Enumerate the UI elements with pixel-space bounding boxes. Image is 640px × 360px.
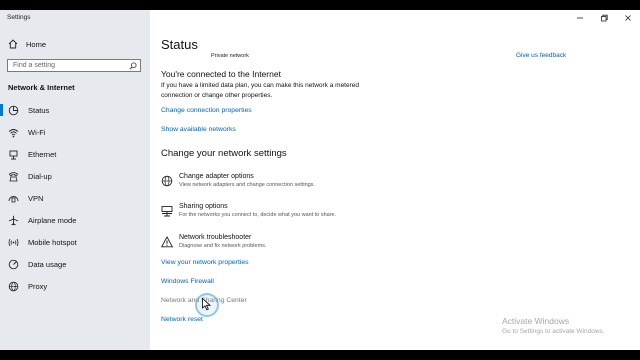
search-icon[interactable]: [129, 62, 137, 70]
sidebar-item-label: Data usage: [28, 259, 67, 269]
search-input[interactable]: Find a setting: [7, 59, 141, 72]
ethernet-icon: [7, 148, 19, 160]
sharing-options[interactable]: Sharing options For the networks you con…: [161, 203, 336, 218]
activate-windows-subtitle: Go to Settings to activate Windows.: [502, 328, 605, 335]
network-troubleshooter[interactable]: Network troubleshooter Diagnose and fix …: [161, 234, 266, 249]
network-type-label: Private network: [211, 53, 249, 59]
sidebar-item-ethernet[interactable]: Ethernet: [0, 144, 150, 164]
option-description: For the networks you connect to, decide …: [179, 212, 337, 218]
close-icon: [625, 15, 631, 21]
main-content: Status Private network Give us feedback …: [150, 10, 640, 350]
sidebar: Settings Home Find a setting Network & I…: [0, 10, 150, 350]
sidebar-item-label: Status: [28, 105, 50, 115]
minimize-icon: [577, 17, 583, 19]
warning-icon: [161, 236, 173, 248]
sharing-icon: [161, 206, 173, 217]
search-placeholder: Find a setting: [13, 62, 56, 69]
home-icon: [8, 39, 18, 49]
change-adapter-options[interactable]: Change adapter options View network adap…: [161, 173, 315, 188]
globe-icon: [7, 280, 19, 292]
video-letterbox-bottom: [0, 350, 640, 360]
option-description: Diagnose and fix network problems.: [179, 243, 267, 249]
maximize-icon: [601, 14, 608, 22]
window-title: Settings: [7, 14, 31, 21]
sidebar-item-label: VPN: [28, 193, 44, 203]
change-network-settings-heading: Change your network settings: [161, 148, 287, 159]
change-connection-properties-link[interactable]: Change connection properties: [161, 107, 252, 114]
connected-heading: You're connected to the Internet: [161, 69, 281, 79]
close-button[interactable]: [616, 10, 640, 26]
sidebar-item-status[interactable]: Status: [0, 100, 150, 120]
option-description: View network adapters and change connect…: [179, 182, 315, 188]
sidebar-item-label: Airplane mode: [28, 215, 77, 225]
sidebar-home[interactable]: Home: [8, 37, 46, 51]
video-letterbox-top: [0, 0, 640, 10]
airplane-icon: [7, 214, 19, 226]
option-title: Sharing options: [179, 203, 228, 210]
network-reset-link[interactable]: Network reset: [161, 316, 203, 323]
sidebar-item-label: Ethernet: [28, 149, 57, 159]
mouse-cursor-icon: [202, 298, 211, 311]
sidebar-item-wifi[interactable]: Wi-Fi: [0, 122, 150, 142]
sidebar-item-label: Dial-up: [28, 171, 52, 181]
activate-windows-title: Activate Windows: [502, 316, 570, 326]
wifi-icon: [7, 126, 19, 138]
option-title: Network troubleshooter: [179, 234, 252, 241]
show-available-networks-link[interactable]: Show available networks: [161, 126, 236, 133]
feedback-link[interactable]: Give us feedback: [516, 52, 566, 59]
view-network-properties-link[interactable]: View your network properties: [161, 259, 249, 266]
sidebar-item-dialup[interactable]: Dial-up: [0, 166, 150, 186]
hotspot-icon: [7, 236, 19, 248]
sidebar-item-label: Wi-Fi: [28, 127, 46, 137]
maximize-button[interactable]: [592, 10, 616, 26]
sidebar-item-proxy[interactable]: Proxy: [0, 276, 150, 296]
page-title: Status: [161, 37, 198, 52]
connected-body: If you have a limited data plan, you can…: [161, 82, 359, 99]
status-icon: [7, 104, 19, 116]
sidebar-item-airplane[interactable]: Airplane mode: [0, 210, 150, 230]
option-title: Change adapter options: [179, 173, 254, 180]
sidebar-item-data-usage[interactable]: Data usage: [0, 254, 150, 274]
data-usage-icon: [7, 258, 19, 270]
sidebar-home-label: Home: [26, 39, 47, 49]
settings-window: Settings Home Find a setting Network & I…: [0, 10, 640, 350]
sidebar-item-label: Proxy: [28, 281, 48, 291]
vpn-icon: [7, 192, 19, 204]
minimize-button[interactable]: [568, 10, 592, 26]
dialup-icon: [7, 170, 19, 182]
sidebar-item-label: Mobile hotspot: [28, 237, 77, 247]
sidebar-item-vpn[interactable]: VPN: [0, 188, 150, 208]
sidebar-item-mobile-hotspot[interactable]: Mobile hotspot: [0, 232, 150, 252]
sidebar-section-title: Network & Internet: [8, 83, 75, 92]
windows-firewall-link[interactable]: Windows Firewall: [161, 278, 214, 285]
adapter-icon: [161, 175, 173, 187]
window-controls: [568, 10, 640, 26]
